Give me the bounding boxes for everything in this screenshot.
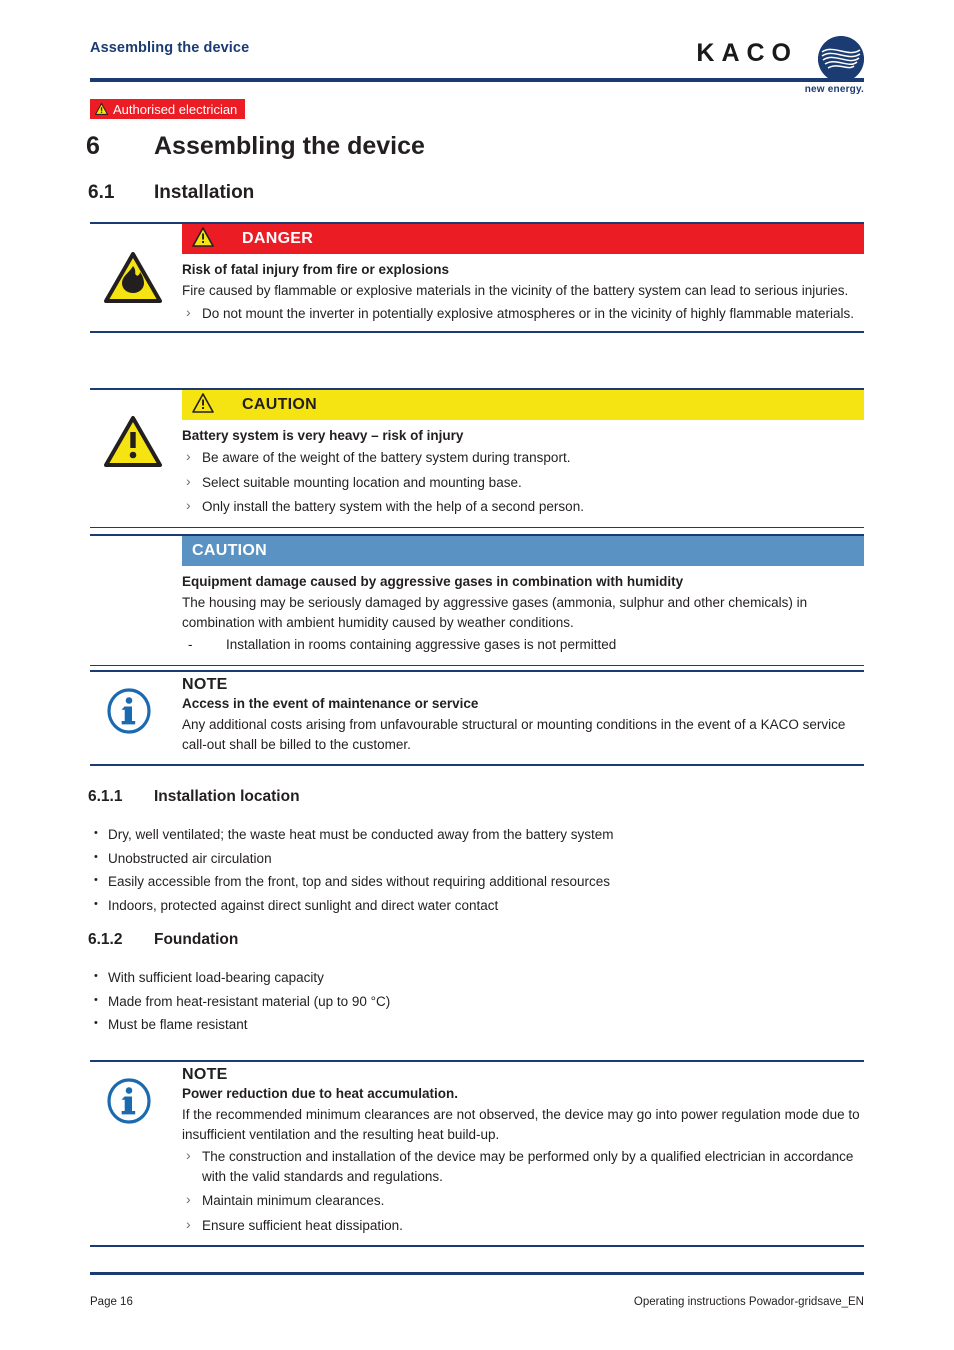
subsection-number: 6.1.1: [88, 788, 123, 805]
admonition-subhead: Access in the event of maintenance or se…: [182, 696, 479, 711]
general-warning-triangle-icon: [100, 416, 166, 468]
audience-badge: Authorised electrician: [90, 99, 246, 119]
list-item: Made from heat-resistant material (up to…: [92, 989, 862, 1014]
chapter-title: Assembling the device: [154, 132, 425, 160]
admonition-level-label: NOTE: [182, 676, 228, 693]
admonition-dash-list: Installation in rooms containing aggress…: [182, 635, 864, 655]
admonition-subhead: Power reduction due to heat accumulation…: [182, 1086, 459, 1101]
admonition-bottom-rule: [90, 331, 864, 333]
admonition-bullet-list: The construction and installation of the…: [182, 1146, 864, 1236]
list-item: Do not mount the inverter in potentially…: [182, 303, 864, 324]
list-item: Must be flame resistant: [92, 1012, 862, 1037]
kaco-swoosh-icon: [818, 36, 864, 82]
admonition-bar-caution: CAUTION: [182, 390, 864, 420]
audience-badge-label: Authorised electrician: [113, 101, 238, 117]
admonition-paragraph: Any additional costs arising from unfavo…: [182, 717, 846, 752]
list-item: Only install the battery system with the…: [182, 496, 864, 517]
warning-triangle-icon: [192, 226, 214, 252]
list-item: Indoors, protected against direct sunlig…: [92, 893, 862, 918]
document-page: Assembling the device KACO new energy. A…: [0, 0, 954, 1350]
admonition-bullet-list: Be aware of the weight of the battery sy…: [182, 447, 864, 517]
info-circle-icon: [96, 1078, 162, 1124]
warning-triangle-icon: [95, 103, 108, 115]
logo-tagline: new energy.: [804, 84, 864, 95]
kaco-logo: KACO new energy.: [664, 36, 864, 95]
admonition-caution-weight: CAUTION Battery system is very heavy – r…: [90, 388, 864, 528]
admonition-level-label: CAUTION: [242, 396, 317, 413]
section-number: 6.1: [88, 182, 115, 203]
list-item: Unobstructed air circulation: [92, 846, 862, 871]
admonition-bottom-rule: [90, 526, 864, 528]
header-divider: [90, 78, 864, 82]
subsection-number: 6.1.2: [88, 931, 123, 948]
list-item: With sufficient load-bearing capacity: [92, 965, 862, 990]
admonition-bullet-list: Do not mount the inverter in potentially…: [182, 303, 864, 324]
subsection-title: Installation location: [154, 788, 300, 805]
installation-location-list: Dry, well ventilated; the waste heat mus…: [92, 822, 862, 918]
section-title: Installation: [154, 182, 255, 203]
footer-divider: [90, 1272, 864, 1275]
admonition-level-label: NOTE: [182, 1066, 228, 1083]
admonition-bar-notice: CAUTION: [182, 536, 864, 566]
footer-page-number: Page 16: [90, 1296, 133, 1308]
subsection-heading-installation-location: 6.1.1 Installation location: [88, 788, 300, 806]
logo-wordmark: KACO: [696, 39, 798, 67]
subsection-heading-foundation: 6.1.2 Foundation: [88, 931, 238, 949]
admonition-subhead: Equipment damage caused by aggressive ga…: [182, 574, 684, 589]
admonition-notice-gases: CAUTION Equipment damage caused by aggre…: [90, 534, 864, 666]
admonition-subhead: Battery system is very heavy – risk of i…: [182, 428, 464, 443]
list-item: Dry, well ventilated; the waste heat mus…: [92, 822, 862, 847]
admonition-bottom-rule: [90, 1245, 864, 1247]
admonition-subhead: Risk of fatal injury from fire or explos…: [182, 262, 450, 277]
admonition-bottom-rule: [90, 664, 864, 666]
footer-document-title: Operating instructions Powador-gridsave_…: [633, 1296, 864, 1308]
warning-triangle-icon: [192, 392, 214, 418]
admonition-note-power-reduction: NOTE Power reduction due to heat accumul…: [90, 1060, 864, 1247]
list-item: Easily accessible from the front, top an…: [92, 869, 862, 894]
section-heading: 6.1 Installation: [88, 182, 254, 204]
admonition-paragraph: If the recommended minimum clearances ar…: [182, 1107, 860, 1142]
admonition-top-rule: [90, 1060, 864, 1062]
subsection-title: Foundation: [154, 931, 239, 948]
admonition-bar-danger: DANGER: [182, 224, 864, 254]
list-item: Installation in rooms containing aggress…: [182, 635, 864, 655]
admonition-level-label: DANGER: [242, 230, 314, 247]
admonition-danger-fire: DANGER Risk of fatal injury from fire or…: [90, 222, 864, 333]
chapter-heading: 6 Assembling the device: [86, 132, 425, 161]
list-item: Ensure sufficient heat dissipation.: [182, 1215, 864, 1236]
admonition-level-label: CAUTION: [192, 542, 267, 559]
list-item: The construction and installation of the…: [182, 1146, 864, 1186]
admonition-paragraph: Fire caused by flammable or explosive ma…: [182, 283, 849, 298]
admonition-top-rule: [90, 670, 864, 672]
list-item: Maintain minimum clearances.: [182, 1190, 864, 1211]
fire-hazard-triangle-icon: [100, 252, 166, 304]
list-item: Select suitable mounting location and mo…: [182, 472, 864, 493]
foundation-list: With sufficient load-bearing capacity Ma…: [92, 965, 862, 1037]
admonition-bottom-rule: [90, 764, 864, 766]
info-circle-icon: [96, 688, 162, 734]
running-header-title: Assembling the device: [90, 40, 250, 56]
admonition-paragraph: The housing may be seriously damaged by …: [182, 595, 808, 630]
chapter-number: 6: [86, 132, 100, 160]
admonition-note-access: NOTE Access in the event of maintenance …: [90, 670, 864, 766]
list-item: Be aware of the weight of the battery sy…: [182, 447, 864, 468]
